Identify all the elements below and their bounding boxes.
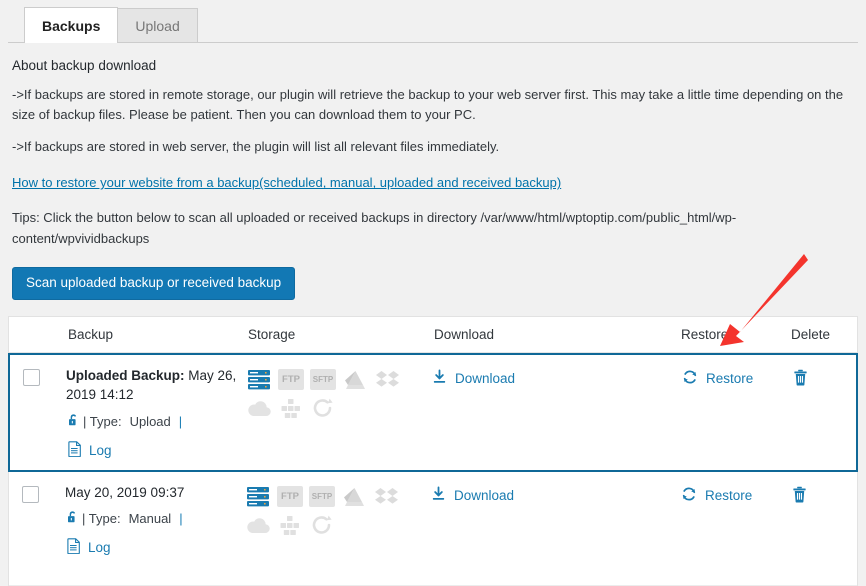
- restore-cell: Restore: [681, 483, 791, 505]
- about-section: About backup download ->If backups are s…: [0, 58, 866, 300]
- header-download: Download: [434, 326, 495, 342]
- backup-title-date: May 20, 2019 09:37: [65, 484, 185, 500]
- header-storage: Storage: [248, 326, 296, 342]
- download-icon: [431, 486, 446, 505]
- server-icon: [245, 485, 271, 509]
- ftp-icon-label: FTP: [278, 369, 304, 391]
- backup-title: Uploaded Backup: May 26, 2019 14:12: [66, 366, 246, 405]
- tab-upload[interactable]: Upload: [117, 8, 198, 42]
- backup-title: May 20, 2019 09:37: [65, 483, 245, 503]
- sftp-icon: SFTP: [309, 485, 335, 509]
- backup-title-prefix: Uploaded Backup:: [66, 367, 185, 383]
- onedrive-icon: [245, 513, 271, 537]
- pcloud-icon: [310, 396, 336, 420]
- about-heading: About backup download: [12, 58, 157, 73]
- download-link[interactable]: Download: [431, 483, 681, 505]
- table-row[interactable]: Uploaded Backup: May 26, 2019 14:12 | Ty…: [8, 352, 858, 472]
- trash-icon: [792, 369, 809, 390]
- row-select-checkbox[interactable]: [23, 368, 40, 386]
- dropbox-icon: [374, 368, 400, 392]
- pcloud-icon: [309, 513, 335, 537]
- how-to-restore-link[interactable]: How to restore your website from a backu…: [12, 175, 561, 190]
- download-link[interactable]: Download: [432, 366, 682, 388]
- restore-link[interactable]: Restore: [681, 483, 791, 505]
- amazon-s3-icon: [278, 396, 304, 420]
- download-label: Download: [455, 370, 516, 386]
- row-checkbox-cell: [10, 366, 66, 386]
- sftp-icon: SFTP: [310, 368, 336, 392]
- restore-link[interactable]: Restore: [682, 366, 792, 388]
- backup-type-value: Manual: [128, 511, 172, 527]
- download-icon: [432, 369, 447, 388]
- row-select-checkbox[interactable]: [22, 485, 39, 503]
- google-drive-icon: [341, 485, 367, 509]
- backup-meta: | Type: Manual |: [65, 509, 245, 528]
- ftp-icon: FTP: [278, 368, 304, 392]
- table-header-row: Backup Storage Download Restore Delete: [9, 316, 857, 353]
- backup-type-label: | Type:: [82, 511, 121, 527]
- restore-cell: Restore: [682, 366, 792, 388]
- backup-type-label: | Type:: [83, 413, 122, 429]
- restore-label: Restore: [706, 370, 754, 386]
- backup-log-label: Log: [89, 442, 112, 458]
- restore-label: Restore: [705, 487, 753, 503]
- delete-cell[interactable]: [791, 483, 853, 507]
- backup-cell: Uploaded Backup: May 26, 2019 14:12 | Ty…: [66, 366, 246, 460]
- about-paragraph-2: ->If backups are stored in web server, t…: [12, 139, 500, 155]
- restore-icon: [682, 369, 698, 388]
- sftp-icon-label: SFTP: [310, 369, 336, 391]
- backup-meta: | Type: Upload |: [66, 412, 246, 431]
- storage-cell: FTP SFTP: [245, 483, 431, 537]
- download-cell: Download: [431, 483, 681, 505]
- ftp-icon-label: FTP: [277, 486, 303, 508]
- tab-backups[interactable]: Backups: [24, 7, 119, 43]
- google-drive-icon: [342, 368, 368, 392]
- tab-bar: Backups Upload: [8, 0, 858, 43]
- unlock-icon: [65, 509, 80, 528]
- tips-text: Tips: Click the button below to scan all…: [12, 210, 737, 246]
- download-label: Download: [454, 487, 515, 503]
- about-paragraph-1: ->If backups are stored in remote storag…: [12, 87, 844, 123]
- amazon-s3-icon: [277, 513, 303, 537]
- storage-cell: FTP SFTP: [246, 366, 432, 420]
- header-backup: Backup: [68, 326, 114, 342]
- table-row[interactable]: May 20, 2019 09:37 | Type: Manual | Log …: [9, 471, 857, 586]
- document-icon: [67, 538, 81, 557]
- trash-icon: [791, 486, 808, 507]
- restore-icon: [681, 486, 697, 505]
- sftp-icon-label: SFTP: [309, 486, 335, 508]
- document-icon: [68, 440, 82, 460]
- backup-log-label: Log: [88, 540, 111, 556]
- backup-type-value: Upload: [129, 413, 171, 429]
- scan-uploaded-backup-button[interactable]: Scan uploaded backup or received backup: [12, 266, 296, 300]
- header-delete: Delete: [791, 326, 831, 342]
- ftp-icon: FTP: [277, 485, 303, 509]
- backup-cell: May 20, 2019 09:37 | Type: Manual | Log: [65, 483, 245, 558]
- backup-log-link[interactable]: Log: [68, 440, 246, 460]
- tab-upload-label: Upload: [135, 17, 180, 34]
- row-checkbox-cell: [9, 483, 65, 503]
- unlock-icon: [66, 412, 81, 431]
- delete-cell[interactable]: [792, 366, 854, 390]
- tab-backups-label: Backups: [42, 17, 101, 34]
- backup-type-suffix: |: [178, 413, 183, 429]
- backups-table: Backup Storage Download Restore Delete U…: [8, 315, 858, 586]
- download-cell: Download: [432, 366, 682, 388]
- onedrive-icon: [246, 396, 272, 420]
- dropbox-icon: [373, 485, 399, 509]
- header-restore: Restore: [681, 326, 729, 342]
- backup-type-suffix: |: [179, 511, 183, 527]
- backup-log-link[interactable]: Log: [67, 538, 245, 557]
- server-icon: [246, 368, 272, 392]
